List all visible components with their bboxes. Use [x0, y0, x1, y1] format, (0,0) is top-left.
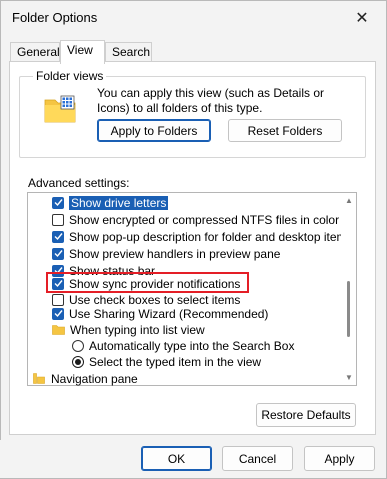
restore-defaults-button[interactable]: Restore Defaults	[256, 403, 356, 427]
scroll-thumb[interactable]	[347, 281, 350, 337]
folder-views-label: Folder views	[33, 69, 107, 83]
list-item[interactable]: Automatically type into the Search Box	[72, 337, 294, 354]
list-item[interactable]: Use Sharing Wizard (Recommended)	[52, 305, 268, 322]
checkbox-unchecked-icon[interactable]	[52, 213, 64, 226]
tab-general[interactable]: General	[10, 42, 60, 62]
list-item-label: Show pop-up description for folder and d…	[69, 229, 353, 244]
checkbox-checked-icon[interactable]	[52, 247, 64, 260]
list-scrollbar[interactable]: ▲ ▼	[341, 193, 356, 385]
navigation-pane-icon	[33, 373, 45, 384]
cancel-button[interactable]: Cancel	[222, 446, 293, 471]
list-item-label: Select the typed item in the view	[89, 354, 262, 369]
folder-icon	[52, 325, 65, 335]
folder-grid-icon	[44, 95, 76, 123]
reset-folders-button[interactable]: Reset Folders	[228, 119, 342, 142]
checkbox-checked-icon[interactable]	[52, 196, 64, 209]
checkbox-checked-icon[interactable]	[52, 230, 64, 243]
advanced-settings-label: Advanced settings:	[28, 176, 130, 190]
list-item[interactable]: Show encrypted or compressed NTFS files …	[52, 211, 339, 228]
list-item[interactable]: Select the typed item in the view	[72, 353, 261, 370]
title-bar[interactable]: Folder Options ✕	[1, 1, 386, 35]
checkbox-unchecked-icon[interactable]	[52, 293, 64, 306]
list-item[interactable]: Show pop-up description for folder and d…	[52, 228, 353, 245]
highlight-annotation	[46, 272, 249, 293]
list-item[interactable]: Navigation pane	[33, 370, 138, 387]
tab-search[interactable]: Search	[105, 42, 152, 62]
close-icon[interactable]: ✕	[346, 6, 378, 30]
radio-unchecked-icon[interactable]	[72, 339, 84, 352]
list-item-label: Show encrypted or compressed NTFS files …	[69, 212, 340, 227]
list-item[interactable]: Show drive letters	[52, 194, 169, 211]
list-item-label: Use Sharing Wizard (Recommended)	[69, 306, 269, 321]
radio-checked-icon[interactable]	[72, 355, 84, 368]
scroll-down-icon[interactable]: ▼	[345, 373, 353, 382]
list-item-label: Automatically type into the Search Box	[89, 338, 295, 353]
scroll-up-icon[interactable]: ▲	[345, 196, 353, 205]
list-item[interactable]: Show preview handlers in preview pane	[52, 245, 280, 262]
list-item[interactable]: When typing into list view	[52, 321, 205, 338]
list-item-label: Show drive letters	[69, 195, 169, 210]
ok-button[interactable]: OK	[141, 446, 212, 471]
list-item-label: When typing into list view	[70, 322, 205, 337]
list-item-label: Show preview handlers in preview pane	[69, 246, 281, 261]
folder-views-description: You can apply this view (such as Details…	[97, 86, 325, 115]
tab-view[interactable]: View	[60, 40, 105, 64]
list-item-label: Navigation pane	[51, 371, 138, 386]
apply-button[interactable]: Apply	[304, 446, 375, 471]
window-title: Folder Options	[12, 10, 98, 25]
checkbox-checked-icon[interactable]	[52, 307, 64, 320]
apply-to-folders-button[interactable]: Apply to Folders	[97, 119, 211, 142]
